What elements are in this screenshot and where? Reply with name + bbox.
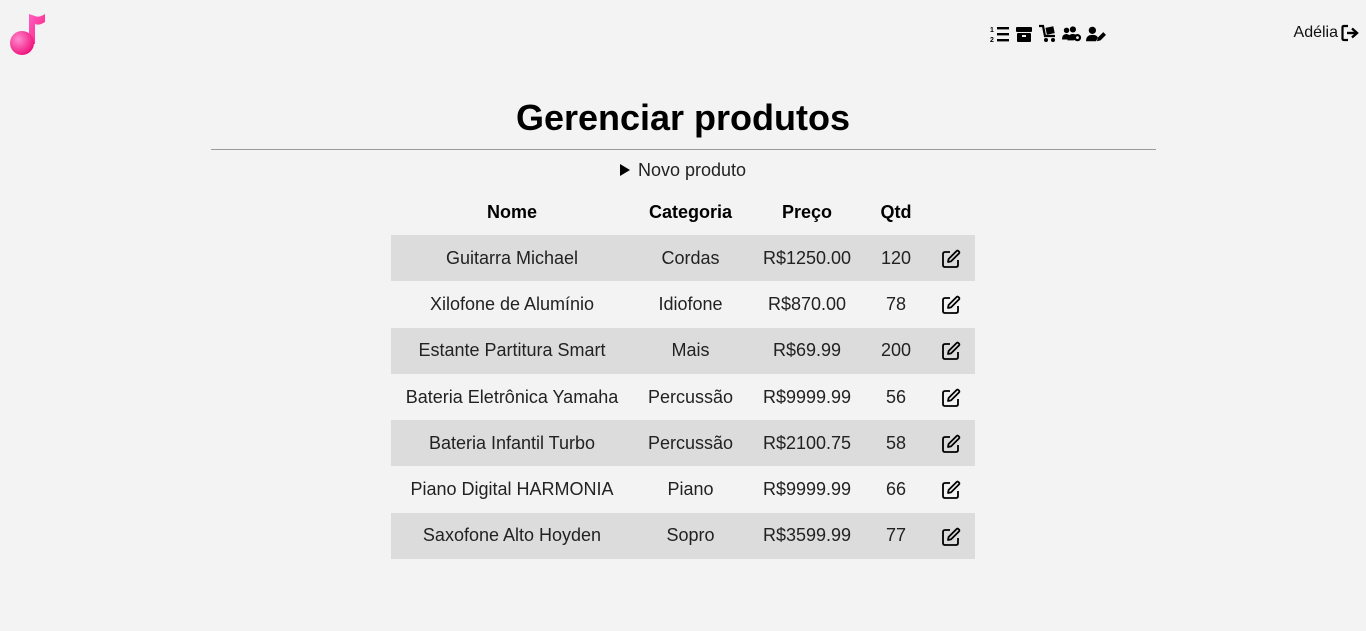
cell-edit (926, 235, 975, 282)
edit-icon[interactable] (941, 527, 961, 547)
cell-categoria: Cordas (633, 235, 748, 282)
products-table: Nome Categoria Preço Qtd Guitarra Michae… (391, 190, 975, 560)
edit-icon[interactable] (941, 480, 961, 500)
table-row: Saxofone Alto Hoyden Sopro R$3599.99 77 (391, 512, 975, 560)
cell-qtd: 56 (885, 386, 907, 407)
table-row: Xilofone de Alumínio Idiofone R$870.00 78 (391, 281, 975, 327)
edit-icon[interactable] (941, 434, 961, 454)
cell-nome: Saxofone Alto Hoyden (391, 512, 633, 560)
edit-icon[interactable] (941, 249, 961, 269)
edit-icon[interactable] (941, 388, 961, 408)
cell-nome: Bateria Eletrônica Yamaha (405, 386, 619, 407)
cell-qtd: 66 (885, 479, 907, 500)
cell-categoria: Mais (633, 327, 748, 374)
cell-preco: R$2100.75 (748, 420, 866, 467)
cell-categoria: Idiofone (658, 293, 723, 314)
cell-categoria: Piano (667, 479, 714, 500)
table-row: Estante Partitura Smart Mais R$69.99 200 (391, 327, 975, 374)
cell-edit (926, 327, 975, 374)
ordered-list-icon[interactable]: 1 2 (990, 24, 1010, 44)
box-icon[interactable] (1014, 24, 1034, 44)
edit-icon[interactable] (941, 295, 961, 315)
cell-nome: Piano Digital HARMONIA (410, 479, 614, 500)
disclosure-triangle-icon (619, 164, 630, 176)
new-product-label: Novo produto (637, 160, 747, 180)
cell-categoria: Sopro (633, 512, 748, 560)
cell-preco: R$870.00 (767, 293, 847, 314)
user-name[interactable]: Adélia (1294, 24, 1338, 42)
cell-qtd: 58 (866, 420, 926, 467)
top-bar: 1 2 Adélia (0, 0, 1366, 66)
header-categoria: Categoria (648, 202, 733, 222)
header-qtd: Qtd (880, 202, 912, 222)
cell-qtd: 120 (866, 235, 926, 282)
table-header-row: Nome Categoria Preço Qtd (391, 190, 975, 235)
header-preco: Preço (781, 202, 833, 222)
svg-text:1: 1 (990, 27, 994, 34)
cart-icon[interactable] (1038, 24, 1058, 44)
cell-nome: Guitarra Michael (391, 235, 633, 282)
sign-out-icon[interactable] (1341, 24, 1359, 42)
cell-preco: R$69.99 (748, 327, 866, 374)
cell-categoria: Percussão (647, 386, 734, 407)
cell-edit (926, 281, 975, 327)
cell-edit (926, 512, 975, 560)
cell-edit (926, 466, 975, 512)
music-note-logo-icon[interactable] (9, 12, 47, 56)
table-row: Guitarra Michael Cordas R$1250.00 120 (391, 235, 975, 282)
cell-nome: Estante Partitura Smart (391, 327, 633, 374)
cell-nome: Xilofone de Alumínio (429, 293, 595, 314)
header-nome: Nome (486, 202, 537, 222)
cell-categoria: Percussão (633, 420, 748, 467)
admin-nav: 1 2 (990, 23, 1106, 45)
cell-preco: R$1250.00 (748, 235, 866, 282)
new-product-section: Novo produto (0, 158, 1366, 182)
title-divider (211, 149, 1156, 150)
new-product-toggle[interactable]: Novo produto (619, 158, 747, 182)
cell-qtd: 77 (866, 512, 926, 560)
table-row: Bateria Infantil Turbo Percussão R$2100.75… (391, 420, 975, 467)
user-area: Adélia (1294, 24, 1359, 42)
cell-preco: R$9999.99 (762, 386, 852, 407)
cell-nome: Bateria Infantil Turbo (391, 420, 633, 467)
users-gear-icon[interactable] (1062, 24, 1082, 44)
user-edit-icon[interactable] (1086, 24, 1106, 44)
edit-icon[interactable] (941, 341, 961, 361)
table-row: Bateria Eletrônica Yamaha Percussão R$9999… (391, 374, 975, 420)
cell-edit (926, 420, 975, 467)
cell-edit (926, 374, 975, 420)
cell-qtd: 78 (885, 293, 907, 314)
cell-preco: R$3599.99 (748, 512, 866, 560)
cell-preco: R$9999.99 (762, 479, 852, 500)
cell-qtd: 200 (866, 327, 926, 374)
header-edit (926, 190, 975, 235)
page-title: Gerenciar produtos (515, 97, 851, 138)
table-row: Piano Digital HARMONIA Piano R$9999.99 66 (391, 466, 975, 512)
svg-text:2: 2 (990, 37, 994, 43)
